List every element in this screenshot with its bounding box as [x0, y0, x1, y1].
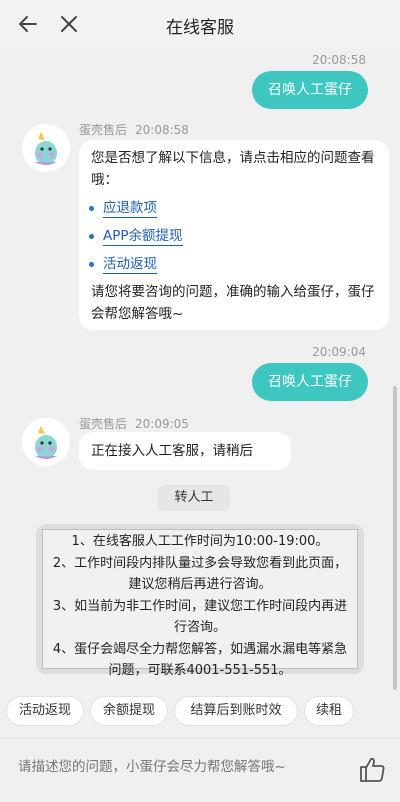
- agent-message-outro: 请您将要咨询的问题，准确的输入给蛋仔，蛋仔会帮您解答哦~: [91, 284, 375, 322]
- message-timestamp: 20:09:05: [135, 417, 189, 431]
- quick-chip[interactable]: 活动返现: [6, 696, 84, 726]
- top-bar: 在线客服: [0, 0, 400, 48]
- message-input-bar: [0, 738, 400, 802]
- agent-message-bubble: 正在接入人工客服，请稍后: [79, 432, 291, 470]
- agent-message-intro: 您是否想了解以下信息，请点击相应的问题查看哦：: [91, 150, 375, 188]
- bullet-icon: [89, 234, 94, 239]
- agent-message-bubble: 您是否想了解以下信息，请点击相应的问题查看哦： 应退款项 APP余额提现 活动返…: [79, 140, 389, 330]
- bullet-icon: [89, 262, 94, 267]
- message-timestamp: 20:09:04: [312, 345, 366, 359]
- agent-message-meta: 蛋壳售后 20:08:58: [79, 121, 189, 138]
- notice-line: 4、蛋仔会竭尽全力帮您解答，如遇漏水漏电等紧急问题，可联系4001-551-55…: [52, 641, 348, 679]
- agent-name: 蛋壳售后: [79, 417, 128, 431]
- transfer-to-human-button[interactable]: 转人工: [158, 485, 230, 511]
- notice-text-box: 1、在线客服人工工作时间为10:00-19:00。 2、工作时间段内排队量过多会…: [42, 529, 358, 678]
- agent-avatar: [22, 418, 70, 466]
- quick-chip[interactable]: 余额提现: [90, 696, 168, 726]
- user-message-bubble: 召唤人工蛋仔: [252, 71, 368, 109]
- faq-link[interactable]: 活动返现: [103, 256, 157, 274]
- agent-message-meta: 蛋壳售后 20:09:05: [79, 415, 189, 432]
- quick-chip[interactable]: 结算后到账时效: [174, 696, 298, 726]
- user-message-bubble: 召唤人工蛋仔: [252, 363, 368, 401]
- faq-option[interactable]: APP余额提现: [89, 225, 377, 247]
- thumbs-up-icon[interactable]: [357, 754, 387, 784]
- faq-link[interactable]: APP余额提现: [103, 228, 183, 246]
- bullet-icon: [89, 206, 94, 211]
- faq-link[interactable]: 应退款项: [103, 200, 157, 218]
- notice-line: 2、工作时间段内排队量过多会导致您看到此页面，建议您稍后再进行咨询。: [52, 555, 348, 593]
- chat-scrollbar[interactable]: [393, 386, 397, 690]
- faq-option[interactable]: 活动返现: [89, 253, 377, 275]
- quick-chip[interactable]: 续租: [304, 696, 354, 726]
- notice-line: 1、在线客服人工工作时间为10:00-19:00。: [71, 534, 329, 549]
- page-title: 在线客服: [166, 18, 234, 38]
- message-timestamp: 20:08:58: [135, 123, 189, 137]
- faq-option[interactable]: 应退款项: [89, 197, 377, 219]
- agent-name: 蛋壳售后: [79, 123, 128, 137]
- notice-line: 3、如当前为非工作时间，建议您工作时间段内再进行咨询。: [52, 598, 348, 636]
- message-timestamp: 20:08:58: [312, 53, 366, 67]
- message-input[interactable]: [18, 759, 338, 775]
- agent-avatar: [22, 124, 70, 172]
- service-hours-notice: 1、在线客服人工工作时间为10:00-19:00。 2、工作时间段内排队量过多会…: [36, 524, 364, 678]
